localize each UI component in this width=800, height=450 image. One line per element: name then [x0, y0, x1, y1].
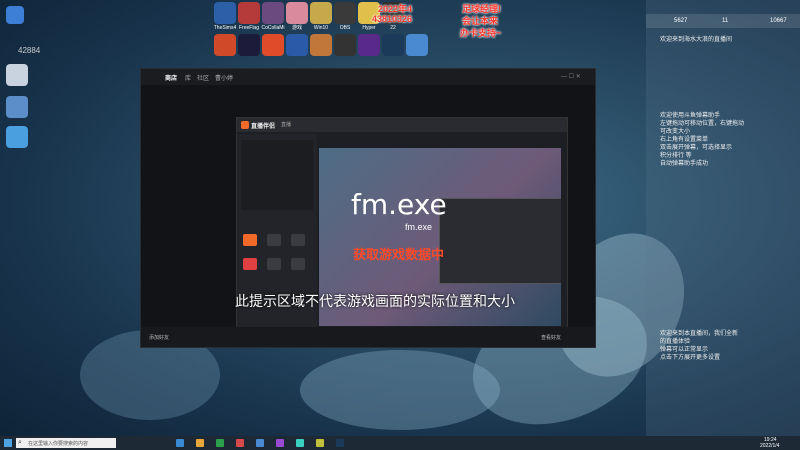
tab-community[interactable]: 社区 [197, 73, 209, 82]
tab-library[interactable]: 库 [185, 73, 191, 82]
app-icon-steam[interactable] [382, 34, 404, 56]
app-icon-ae[interactable] [238, 34, 260, 56]
nested-capture-window [439, 198, 561, 284]
desktop-icon-computer[interactable] [6, 126, 28, 148]
start-button[interactable] [4, 439, 12, 447]
taskbar-search[interactable]: ⌕ 在这里输入你要搜索的内容 [16, 438, 116, 448]
app-icon-premiere[interactable] [358, 34, 380, 56]
chat-messages-2: 欢迎来到本直播间，我们全新 的直播体验 弹幕可以正常显示 点击下方展开更多设置 [660, 331, 739, 361]
platform-logo [6, 6, 24, 24]
taskbar-date: 2022/1/4 [760, 443, 780, 449]
taskbar-app-icon[interactable] [336, 439, 344, 447]
window-controls[interactable]: — ☐ ✕ [561, 73, 581, 80]
capture-label: 获取游戏数据中 [353, 247, 445, 262]
tool-tile[interactable] [291, 258, 305, 270]
stream-footer: 添加好友 查看好友 [141, 327, 595, 347]
app-icon-r[interactable] [214, 34, 236, 56]
taskbar-app-icon[interactable] [316, 439, 324, 447]
taskbar-app-icon[interactable] [176, 439, 184, 447]
taskbar-search-placeholder: 在这里输入你要搜索的内容 [28, 441, 89, 447]
app-icon-obs[interactable] [334, 2, 356, 24]
taskbar-app-icon[interactable] [256, 439, 264, 447]
taskbar: ⌕ 在这里输入你要搜索的内容 19:24 2022/1/4 [0, 436, 800, 450]
app-icon-sims[interactable] [214, 2, 236, 24]
counter-badge: 42884 [18, 46, 41, 55]
chat-header: 5627 11 10667 [646, 14, 800, 28]
tool-tile[interactable] [267, 258, 281, 270]
chat-welcome: 欢迎来到海水大浪的直播间 [660, 37, 733, 43]
preview-notice: 此提示区域不代表游戏画面的实际位置和大小 [235, 293, 515, 309]
app-icon-pro[interactable] [262, 34, 284, 56]
inner-titlebar: 直播伴侣 直播 [237, 118, 567, 132]
tool-tile[interactable] [243, 234, 257, 246]
app-icon-game2[interactable] [310, 34, 332, 56]
app-icon-game[interactable] [286, 2, 308, 24]
taskbar-app-icon[interactable] [296, 439, 304, 447]
inner-title: 直播伴侣 [251, 124, 276, 130]
tab-user[interactable]: 曹小婷 [215, 73, 233, 82]
inner-logo [241, 121, 249, 129]
wallpaper-petal [300, 350, 500, 430]
streamer-badge: 42884 [0, 0, 60, 60]
inner-subtitle[interactable]: 直播 [281, 121, 291, 128]
fan-count: 10667 [770, 18, 787, 24]
taskbar-app-icon[interactable] [216, 439, 224, 447]
add-friend-button[interactable]: 添加好友 [149, 334, 169, 341]
app-icon-flag[interactable] [238, 2, 260, 24]
app-icon-collami[interactable] [262, 2, 284, 24]
app-icon-label: 22 [390, 25, 396, 31]
tool-tile[interactable] [243, 258, 257, 270]
preview-title: fm.exe [351, 188, 447, 221]
danmaku-panel: 5627 11 10667 欢迎来到海水大浪的直播间 欢迎使用斗鱼弹幕助手 左键… [646, 0, 800, 436]
stream-window: 商店 库 社区 曹小婷 — ☐ ✕ 直播伴侣 直播 fm.exe fm.exe … [140, 68, 596, 348]
scene-list [241, 140, 313, 210]
tab-store[interactable]: 商店 [165, 73, 177, 82]
tool-tile[interactable] [267, 234, 281, 246]
search-icon: ⌕ [18, 439, 22, 446]
viewer-count: 5627 [674, 18, 688, 24]
taskbar-app-icon[interactable] [196, 439, 204, 447]
app-icon-browser[interactable] [406, 34, 428, 56]
gift-count: 11 [722, 18, 729, 24]
taskbar-app-icon[interactable] [236, 439, 244, 447]
overlay-line3-right: 办卡支持~ [460, 28, 502, 38]
stream-titlebar: 商店 库 社区 曹小婷 — ☐ ✕ [141, 69, 595, 85]
taskbar-app-icon[interactable] [276, 439, 284, 447]
tool-tile[interactable] [291, 234, 305, 246]
chat-messages-1: 欢迎使用斗鱼弹幕助手 左键拖动可移动位置，右键拖动 可改变大小 右上角有设置菜单… [660, 113, 745, 167]
desktop-icon-network[interactable] [6, 96, 28, 118]
overlay-line2-left: 43810326 [372, 14, 413, 24]
preview-subtitle: fm.exe [405, 222, 433, 232]
app-icon-ps[interactable] [286, 34, 308, 56]
view-friends-button[interactable]: 查看好友 [541, 334, 561, 341]
app-icon-epic[interactable] [334, 34, 356, 56]
app-icon-win[interactable] [310, 2, 332, 24]
desktop-icon-recycle[interactable] [6, 64, 28, 86]
